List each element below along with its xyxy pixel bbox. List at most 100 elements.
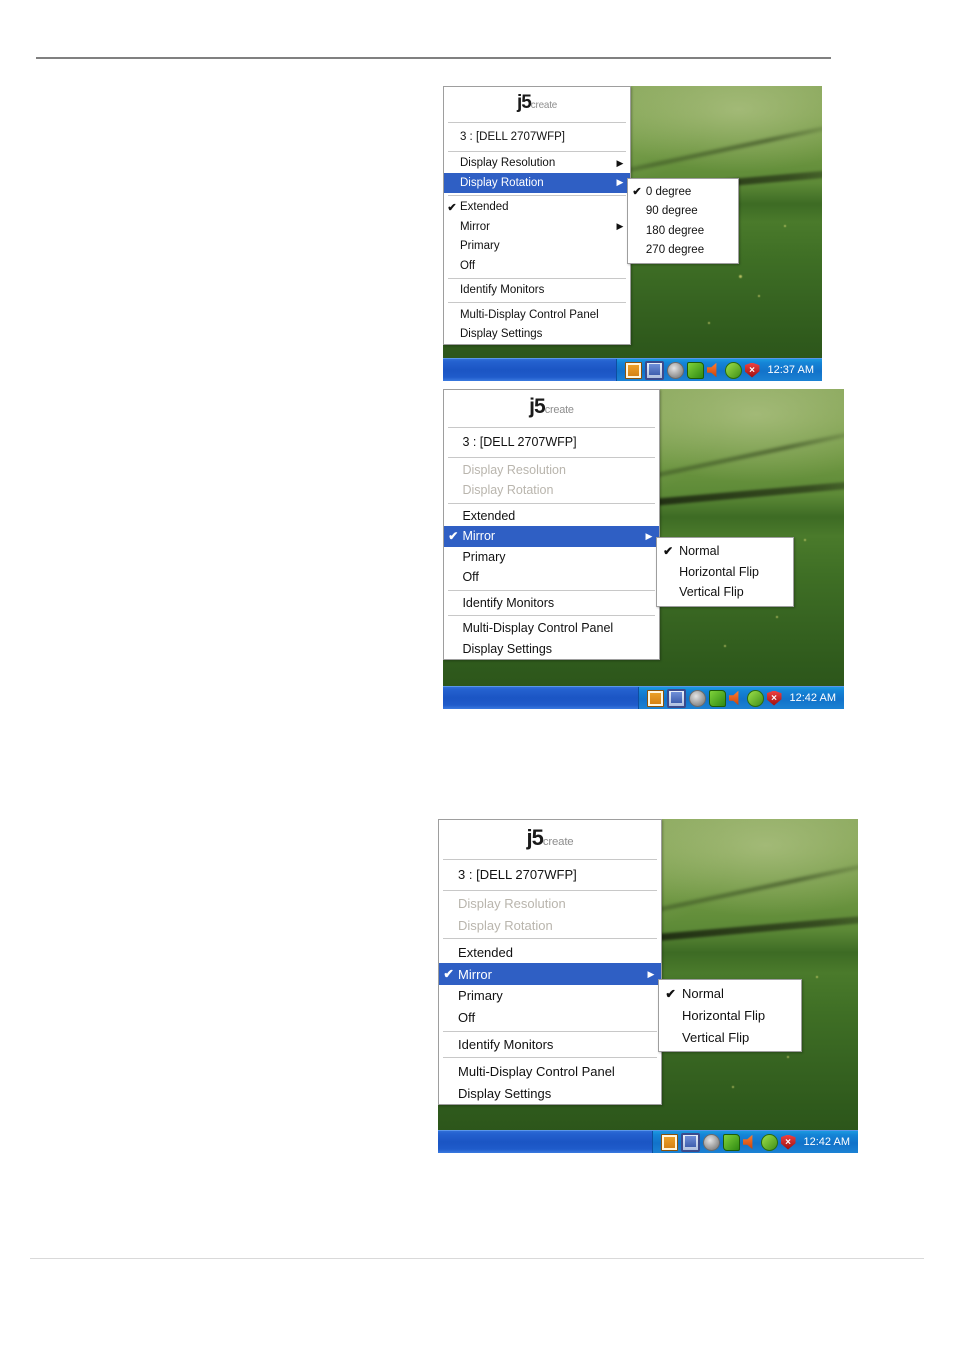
- menu-item-device-label[interactable]: 3 : [DELL 2707WFP]: [444, 125, 630, 149]
- menu-item-display-settings[interactable]: Display Settings: [444, 325, 630, 345]
- menu-item-identify-monitors[interactable]: Identify Monitors: [439, 1034, 661, 1056]
- menu-separator: [448, 427, 655, 428]
- submenu-item-0-degree[interactable]: ✔ 0 degree: [628, 182, 738, 202]
- submenu-item-label: 270 degree: [645, 244, 705, 257]
- menu-item-label: Display Resolution: [462, 462, 566, 477]
- menu-separator: [448, 277, 626, 279]
- menu-item-display-rotation[interactable]: Display Rotation ▶: [444, 173, 630, 193]
- menu-item-multi-display-control-panel[interactable]: Multi-Display Control Panel: [444, 305, 630, 325]
- security-shield-icon[interactable]: [780, 1134, 796, 1150]
- submenu-item-horizontal-flip[interactable]: Horizontal Flip: [657, 562, 793, 583]
- menu-item-device-label[interactable]: 3 : [DELL 2707WFP]: [444, 430, 659, 455]
- menu-item-off[interactable]: Off: [444, 256, 630, 276]
- menu-item-primary[interactable]: Primary: [439, 985, 661, 1007]
- network-icon[interactable]: [624, 361, 642, 379]
- green-arrow-icon[interactable]: [686, 361, 704, 379]
- wallpaper-fleck: [723, 645, 726, 647]
- menu-item-label: Primary: [462, 549, 506, 564]
- menu-item-off[interactable]: Off: [444, 567, 659, 588]
- nvidia-icon[interactable]: [724, 361, 742, 379]
- submenu-item-normal[interactable]: ✔ Normal: [659, 983, 801, 1005]
- menu-item-label: Display Resolution: [459, 157, 556, 170]
- menu-item-device-label[interactable]: 3 : [DELL 2707WFP]: [439, 862, 661, 888]
- mirror-submenu: ✔ Normal Horizontal Flip Vertical Flip: [656, 537, 794, 607]
- display-adapter-icon[interactable]: [644, 360, 664, 380]
- system-tray: 12:42 AM: [637, 687, 844, 709]
- j5create-context-menu: j5create 3 : [DELL 2707WFP] Display Resolu…: [443, 86, 631, 345]
- speaker-gray-icon[interactable]: [702, 1133, 720, 1151]
- menu-separator: [448, 150, 626, 152]
- green-arrow-icon[interactable]: [708, 689, 726, 707]
- menu-separator: [448, 302, 626, 303]
- chevron-right-icon: ▶: [616, 177, 624, 188]
- volume-icon[interactable]: [706, 362, 717, 378]
- menu-item-mirror[interactable]: ✔ Mirror ▶: [444, 526, 659, 547]
- menu-item-identify-monitors[interactable]: Identify Monitors: [444, 281, 630, 301]
- menu-item-display-rotation: Display Rotation: [439, 915, 661, 937]
- taskbar[interactable]: 12:42 AM: [443, 686, 844, 709]
- nvidia-icon[interactable]: [746, 689, 764, 707]
- taskbar[interactable]: 12:37 AM: [443, 358, 822, 381]
- submenu-item-90-degree[interactable]: 90 degree: [628, 202, 738, 222]
- logo-wordmark: create: [530, 100, 558, 111]
- submenu-item-270-degree[interactable]: 270 degree: [628, 241, 738, 261]
- menu-item-primary[interactable]: Primary: [444, 547, 659, 568]
- menu-item-identify-monitors[interactable]: Identify Monitors: [444, 593, 659, 614]
- menu-item-display-settings[interactable]: Display Settings: [444, 639, 659, 660]
- submenu-item-checkmark: ✔: [665, 986, 676, 1001]
- taskbar-clock: 12:37 AM: [767, 364, 814, 376]
- menu-item-primary[interactable]: Primary: [444, 237, 630, 257]
- menu-item-extended[interactable]: Extended: [444, 506, 659, 527]
- menu-item-label: Display Rotation: [458, 917, 553, 933]
- security-shield-icon[interactable]: [766, 690, 782, 706]
- menu-item-label: Mirror: [462, 529, 496, 544]
- menu-item-display-resolution: Display Resolution: [439, 893, 661, 915]
- display-adapter-icon[interactable]: [680, 1132, 700, 1152]
- submenu-item-vertical-flip[interactable]: Vertical Flip: [659, 1027, 801, 1049]
- speaker-gray-icon[interactable]: [688, 689, 706, 707]
- logo-wordmark: create: [542, 836, 574, 848]
- submenu-item-vertical-flip[interactable]: Vertical Flip: [657, 582, 793, 603]
- network-icon[interactable]: [646, 689, 664, 707]
- mirror-submenu: ✔ Normal Horizontal Flip Vertical Flip: [658, 979, 802, 1053]
- menu-item-display-settings[interactable]: Display Settings: [439, 1082, 661, 1104]
- menu-item-display-resolution[interactable]: Display Resolution ▶: [444, 154, 630, 174]
- menu-item-extended[interactable]: ✔ Extended: [444, 198, 630, 218]
- volume-icon[interactable]: [728, 690, 739, 706]
- wallpaper-fleck: [738, 274, 742, 278]
- display-adapter-icon[interactable]: [666, 688, 686, 708]
- menu-item-mirror[interactable]: ✔ Mirror ▶: [439, 963, 661, 985]
- submenu-item-horizontal-flip[interactable]: Horizontal Flip: [659, 1005, 801, 1027]
- wallpaper-fleck: [784, 224, 787, 227]
- menu-item-label: Primary: [459, 240, 500, 253]
- network-icon[interactable]: [660, 1133, 678, 1151]
- nvidia-icon[interactable]: [760, 1133, 778, 1151]
- menu-item-mirror[interactable]: Mirror ▶: [444, 217, 630, 237]
- menu-item-display-rotation: Display Rotation: [444, 480, 659, 501]
- menu-item-label: Extended: [458, 944, 513, 960]
- menu-item-label: Display Settings: [459, 328, 543, 341]
- wallpaper-fleck: [708, 322, 711, 324]
- menu-item-label: Display Settings: [458, 1085, 552, 1101]
- security-shield-icon[interactable]: [744, 362, 760, 378]
- menu-item-multi-display-control-panel[interactable]: Multi-Display Control Panel: [439, 1060, 661, 1082]
- menu-separator: [443, 1057, 657, 1059]
- j5create-context-menu: j5create 3 : [DELL 2707WFP] Display Resolu…: [438, 819, 662, 1105]
- menu-item-extended[interactable]: Extended: [439, 941, 661, 963]
- submenu-item-checkmark: ✔: [632, 186, 642, 199]
- submenu-item-normal[interactable]: ✔ Normal: [657, 541, 793, 562]
- menu-item-off[interactable]: Off: [439, 1007, 661, 1029]
- volume-icon[interactable]: [742, 1134, 753, 1150]
- submenu-item-label: 0 degree: [645, 185, 692, 198]
- menu-item-multi-display-control-panel[interactable]: Multi-Display Control Panel: [444, 618, 659, 639]
- menu-item-label: Multi-Display Control Panel: [462, 621, 614, 636]
- speaker-gray-icon[interactable]: [666, 361, 684, 379]
- menu-item-label: Extended: [459, 201, 509, 214]
- screenshot-rotation: 12:37 AM j5create 3 : [DELL 2707WFP] Displa…: [443, 86, 822, 381]
- submenu-item-label: Normal: [682, 986, 724, 1002]
- menu-item-label: Multi-Display Control Panel: [459, 308, 599, 321]
- wallpaper-fleck: [803, 539, 806, 542]
- submenu-item-180-degree[interactable]: 180 degree: [628, 221, 738, 241]
- green-arrow-icon[interactable]: [722, 1133, 740, 1151]
- taskbar[interactable]: 12:42 AM: [438, 1130, 858, 1153]
